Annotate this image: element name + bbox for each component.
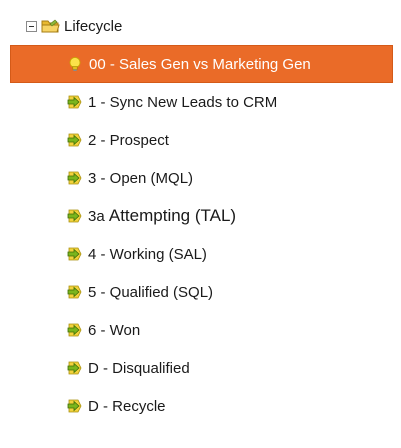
lightbulb-icon — [69, 57, 81, 71]
smart-campaign-icon — [67, 95, 82, 109]
tree-item-label: 00 - Sales Gen vs Marketing Gen — [89, 55, 311, 73]
smart-campaign-icon — [67, 209, 82, 223]
tree-item-3a-attempting[interactable]: 3a Attempting (TAL) — [10, 197, 393, 235]
tree-item-label-main: Attempting (TAL) — [108, 206, 237, 225]
tree-item-label: 6 - Won — [88, 321, 141, 339]
smart-campaign-icon — [67, 171, 82, 185]
folder-icon — [41, 19, 60, 33]
smart-campaign-icon — [67, 133, 82, 147]
smart-campaign-icon — [67, 247, 82, 261]
tree-item-label: 3 - Open (MQL) — [88, 169, 194, 187]
tree-item-d-recycle[interactable]: D - Recycle — [10, 387, 393, 425]
tree-item-label: 5 - Qualified (SQL) — [88, 283, 214, 301]
tree-item-d-disqualified[interactable]: D - Disqualified — [10, 349, 393, 387]
smart-campaign-icon — [67, 285, 82, 299]
smart-campaign-icon — [67, 323, 82, 337]
tree-item-3-open-mql[interactable]: 3 - Open (MQL) — [10, 159, 393, 197]
tree-item-label: 1 - Sync New Leads to CRM — [88, 93, 278, 111]
tree-item-1-sync-new-leads[interactable]: 1 - Sync New Leads to CRM — [10, 83, 393, 121]
collapse-toggle-icon[interactable] — [26, 20, 37, 32]
tree-item-label: D - Recycle — [88, 397, 166, 415]
campaign-tree: Lifecycle 00 - Sales Gen vs Marketing Ge… — [0, 0, 401, 448]
tree-item-label: 4 - Working (SAL) — [88, 245, 207, 263]
smart-campaign-icon — [67, 361, 82, 375]
tree-item-00-sales-gen[interactable]: 00 - Sales Gen vs Marketing Gen — [10, 45, 393, 83]
tree-item-4-working-sal[interactable]: 4 - Working (SAL) — [10, 235, 393, 273]
tree-item-label: 3a Attempting (TAL) — [88, 206, 236, 226]
tree-item-label: D - Disqualified — [88, 359, 190, 377]
tree-folder-lifecycle[interactable]: Lifecycle — [26, 14, 122, 38]
tree-item-2-prospect[interactable]: 2 - Prospect — [10, 121, 393, 159]
tree-item-5-qualified-sql[interactable]: 5 - Qualified (SQL) — [10, 273, 393, 311]
folder-label: Lifecycle — [64, 17, 123, 35]
tree-item-6-won[interactable]: 6 - Won — [10, 311, 393, 349]
smart-campaign-icon — [67, 399, 82, 413]
tree-item-label: 2 - Prospect — [88, 131, 169, 149]
tree-item-label-prefix: 3a — [88, 208, 105, 225]
